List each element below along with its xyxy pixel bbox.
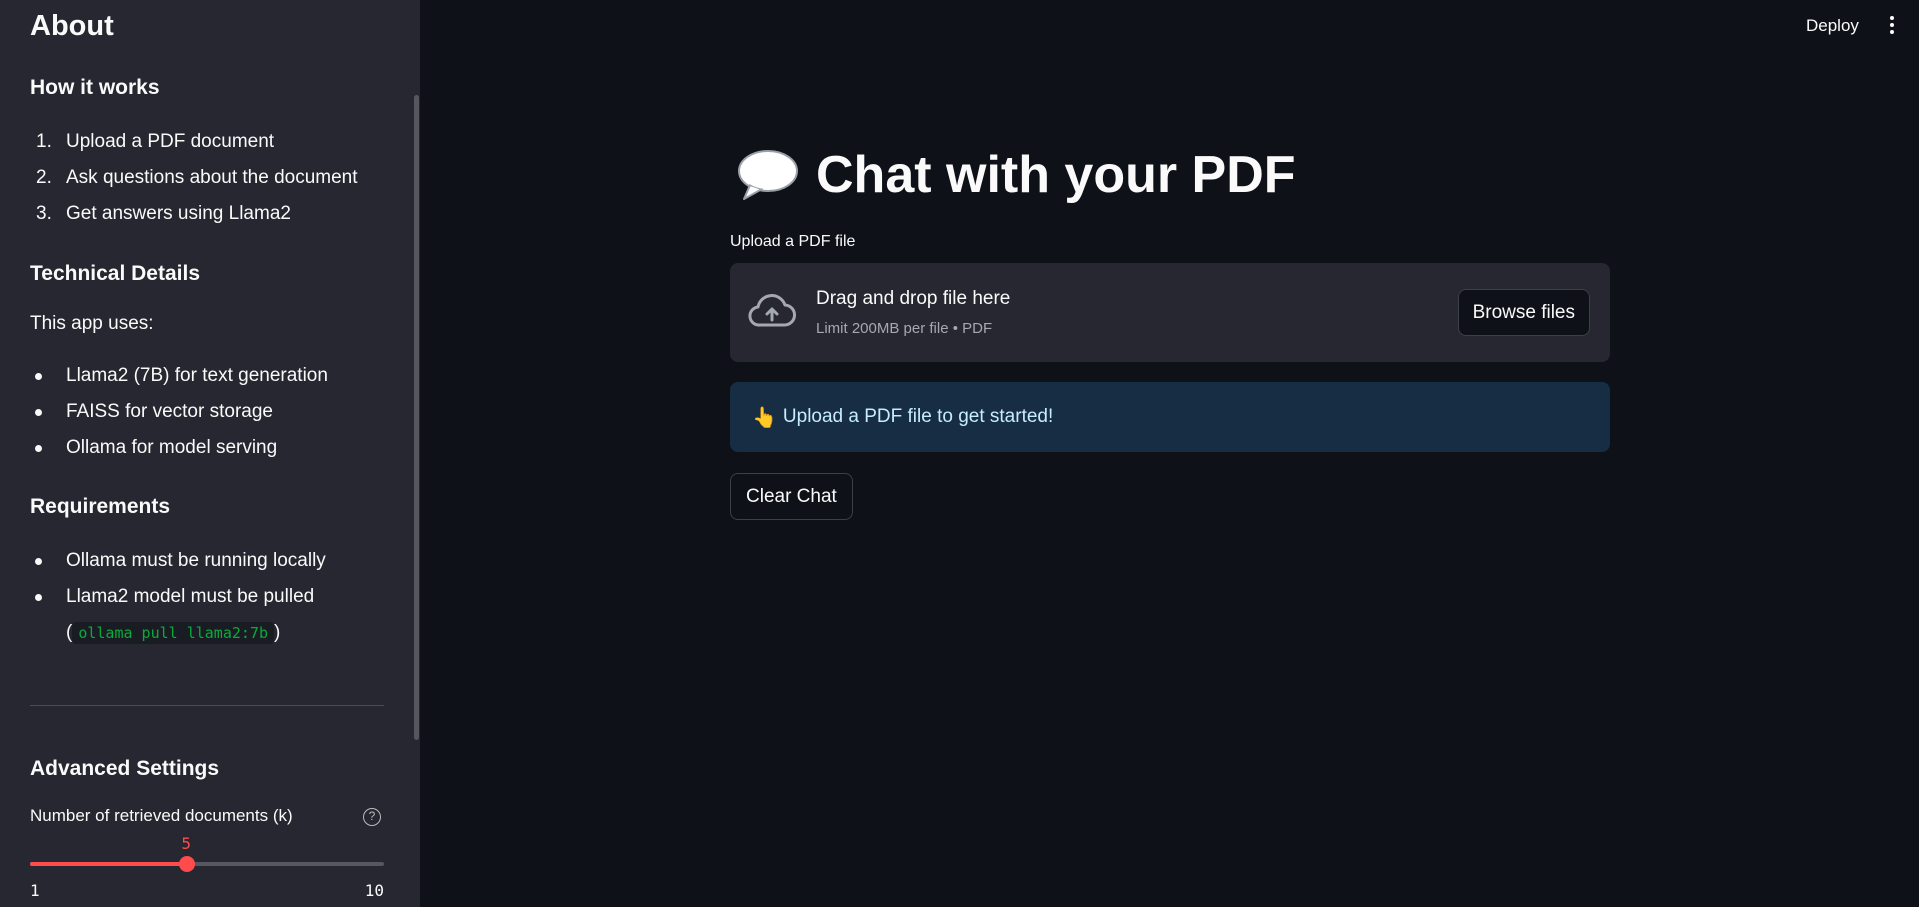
- sidebar-divider: [30, 705, 384, 706]
- info-text: Upload a PDF file to get started!: [782, 406, 1054, 427]
- slider-fill: [30, 862, 188, 866]
- technical-intro: This app uses:: [30, 313, 154, 334]
- advanced-settings-heading: Advanced Settings: [30, 757, 220, 780]
- list-item: 1. Upload a PDF document: [36, 131, 275, 152]
- kebab-menu-icon[interactable]: [1888, 16, 1896, 38]
- help-icon[interactable]: ?: [363, 808, 381, 826]
- deploy-button[interactable]: Deploy: [1806, 16, 1859, 36]
- k-slider[interactable]: [30, 856, 384, 872]
- list-item: 2. Ask questions about the document: [36, 167, 358, 188]
- how-it-works-list: 1. Upload a PDF document 2. Ask questions …: [30, 124, 384, 232]
- technical-list: Llama2 (7B) for text generation FAISS fo…: [30, 358, 384, 466]
- list-item: Ollama must be running locally: [30, 543, 384, 579]
- page-title: Chat with your PDF: [816, 146, 1296, 204]
- title-row: Chat with your PDF: [730, 140, 1296, 210]
- sidebar: About How it works 1. Upload a PDF docume…: [0, 0, 420, 907]
- info-alert: 👆 Upload a PDF file to get started!: [730, 382, 1610, 452]
- list-item: 3. Get answers using Llama2: [36, 203, 291, 224]
- requirements-list: Ollama must be running locally Llama2 mo…: [30, 543, 384, 651]
- list-item: Llama2 (7B) for text generation: [30, 358, 384, 394]
- technical-details-heading: Technical Details: [30, 262, 201, 285]
- list-item: Llama2 model must be pulled (ollama pull…: [30, 579, 384, 651]
- drop-text: Drag and drop file here: [816, 288, 1011, 309]
- inline-code: ollama pull llama2:7b: [72, 622, 274, 644]
- browse-files-button[interactable]: Browse files: [1457, 289, 1590, 336]
- file-dropzone[interactable]: Drag and drop file here Limit 200MB per …: [730, 263, 1610, 362]
- sidebar-title: About: [30, 10, 114, 42]
- pointing-up-icon: 👆: [752, 406, 777, 429]
- sidebar-scrollbar[interactable]: [414, 95, 419, 740]
- slider-value: 5: [181, 834, 191, 853]
- clear-chat-button[interactable]: Clear Chat: [730, 473, 853, 520]
- limit-text: Limit 200MB per file • PDF: [816, 320, 993, 337]
- upload-label: Upload a PDF file: [730, 233, 856, 250]
- list-item: Ollama for model serving: [30, 430, 384, 466]
- speech-bubble-icon: [738, 150, 798, 200]
- slider-min: 1: [30, 881, 40, 900]
- cloud-upload-icon: [748, 294, 796, 327]
- list-item: FAISS for vector storage: [30, 394, 384, 430]
- how-it-works-heading: How it works: [30, 76, 160, 99]
- requirements-heading: Requirements: [30, 495, 171, 518]
- slider-label: Number of retrieved documents (k): [30, 806, 293, 825]
- slider-thumb[interactable]: [179, 856, 196, 872]
- slider-max: 10: [364, 881, 384, 900]
